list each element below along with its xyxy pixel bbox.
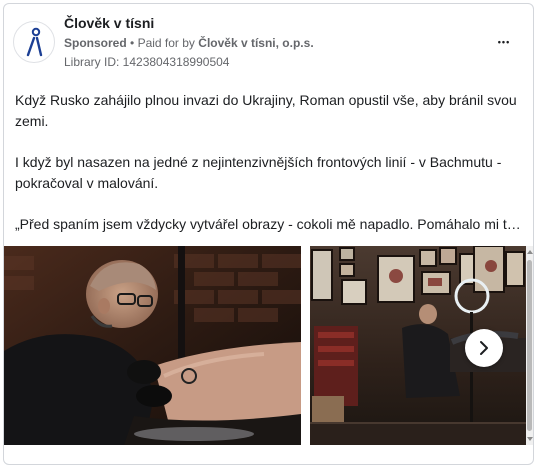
- ad-body-text: Když Rusko zahájilo plnou invazi do Ukra…: [15, 90, 525, 255]
- body-paragraph-truncated: „Před spaním jsem vždycky vytvářel obraz…: [15, 216, 525, 232]
- more-horizontal-icon: •••: [497, 37, 511, 47]
- carousel-scrollbar[interactable]: [526, 246, 533, 445]
- image-carousel: [4, 246, 533, 448]
- paid-for-name: Člověk v tísni, o.p.s.: [198, 36, 314, 50]
- ad-card: Člověk v tísni Sponsored • Paid for by Č…: [3, 3, 534, 465]
- organization-logo-icon: [26, 27, 43, 57]
- sponsored-line: Sponsored • Paid for by Člověk v tísni, …: [64, 36, 314, 50]
- paid-for-prefix: Paid for by: [137, 36, 195, 50]
- body-paragraph: Když Rusko zahájilo plnou invazi do Ukra…: [15, 92, 517, 129]
- separator-dot: •: [130, 36, 135, 50]
- sponsored-label: Sponsored: [64, 36, 127, 50]
- more-options-button[interactable]: •••: [493, 32, 515, 52]
- library-id: Library ID: 1423804318990504: [64, 55, 230, 69]
- tattoo-artist-working-photo: [4, 246, 301, 445]
- scrollbar-thumb[interactable]: [527, 260, 532, 431]
- page-avatar[interactable]: [13, 21, 55, 63]
- carousel-next-button[interactable]: [465, 329, 503, 367]
- body-paragraph: I když byl nasazen na jedné z nejintenzi…: [15, 154, 502, 191]
- carousel-slide-1[interactable]: [4, 246, 301, 445]
- page-name-link[interactable]: Člověk v tísni: [64, 15, 154, 31]
- chevron-right-icon: [480, 341, 488, 355]
- scroll-down-arrow-icon[interactable]: [527, 437, 533, 441]
- scroll-up-arrow-icon[interactable]: [527, 250, 533, 254]
